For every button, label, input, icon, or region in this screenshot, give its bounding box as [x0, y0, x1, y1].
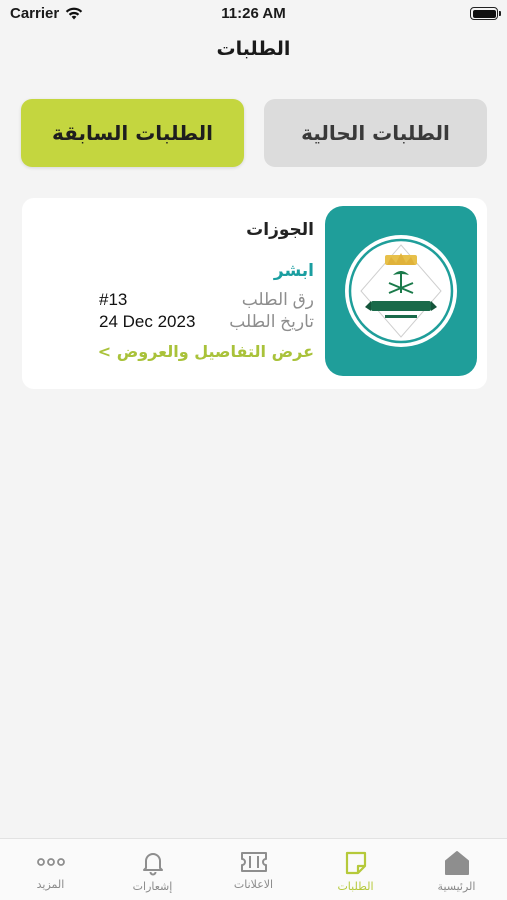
nav-orders[interactable]: الطلبات [305, 839, 406, 900]
nav-more[interactable]: المزيد [0, 839, 101, 900]
request-number-row: رق الطلب #13 [99, 290, 314, 310]
view-details-link[interactable]: عرض التفاصيل والعروض > [98, 342, 314, 361]
tab-current-requests[interactable]: الطلبات الحالية [264, 99, 487, 167]
request-card[interactable]: الجوزات ابشر رق الطلب #13 تاريخ الطلب 24… [22, 198, 487, 389]
nav-notifications[interactable]: إشعارات [102, 839, 203, 900]
nav-ads-label: الاعلانات [233, 878, 274, 891]
request-number-value: #13 [99, 290, 128, 309]
nav-orders-label: الطلبات [337, 880, 374, 893]
nav-notifications-label: إشعارات [132, 880, 173, 893]
battery-icon [470, 7, 501, 20]
more-icon [36, 858, 65, 866]
request-provider: ابشر [273, 261, 314, 281]
status-bar: Carrier 11:26 AM [0, 0, 507, 28]
jawazat-logo-icon [325, 206, 477, 376]
page-title: الطلبات [216, 38, 291, 60]
nav-more-label: المزيد [36, 878, 65, 891]
request-title: الجوزات [246, 220, 314, 240]
bottom-nav: الرئيسية الطلبات الاعلانات إشعارات المزي… [0, 838, 507, 900]
home-icon [444, 851, 469, 875]
request-date-row: تاريخ الطلب 24 Dec 2023 [99, 312, 314, 332]
request-date-label: تاريخ الطلب [229, 312, 314, 331]
nav-home[interactable]: الرئيسية [406, 839, 507, 900]
clock: 11:26 AM [221, 5, 286, 22]
ticket-icon [240, 852, 267, 872]
tab-previous-requests[interactable]: الطلبات السابقة [21, 99, 244, 167]
nav-ads[interactable]: الاعلانات [203, 839, 304, 900]
nav-home-label: الرئيسية [437, 880, 476, 893]
bell-icon [142, 853, 163, 876]
orders-icon [345, 851, 366, 875]
request-date-value: 24 Dec 2023 [99, 312, 196, 331]
request-number-label: رق الطلب [241, 290, 314, 309]
